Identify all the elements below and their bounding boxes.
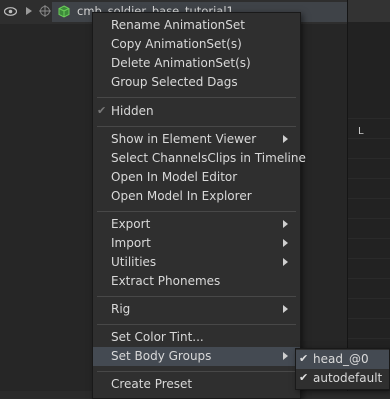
body-groups-submenu: ✔ head_@0 ✔ autodefault (295, 348, 390, 390)
menu-item-label: Hidden (111, 104, 154, 118)
timeline-marker-label: L (358, 126, 364, 137)
menu-item-label: Rename AnimationSet (111, 18, 245, 32)
menu-item-label: Group Selected Dags (111, 75, 238, 89)
side-panel-header (348, 0, 390, 22)
menu-item-label: Rig (111, 302, 131, 316)
menu-item-label: Import (111, 236, 151, 250)
submenu-item-autodefault[interactable]: ✔ autodefault (296, 369, 389, 388)
menu-item-set-body-groups[interactable]: Set Body Groups (93, 347, 300, 366)
menu-item-label: Open In Model Editor (111, 170, 238, 184)
submenu-item-head-0[interactable]: ✔ head_@0 (296, 350, 389, 369)
menu-item-label: Utilities (111, 255, 157, 269)
model-cube-icon (57, 4, 71, 18)
target-icon[interactable] (38, 4, 52, 18)
submenu-arrow-icon (283, 220, 288, 228)
menu-item-export[interactable]: Export (93, 215, 300, 234)
menu-item-label: Set Body Groups (111, 349, 212, 363)
menu-item-label: Create Preset (111, 377, 193, 391)
menu-separator (97, 126, 296, 127)
submenu-arrow-icon (283, 135, 288, 143)
menu-separator (97, 211, 296, 212)
eye-icon[interactable] (3, 4, 17, 18)
menu-item-select-channelsclips[interactable]: Select ChannelsClips in Timeline (93, 149, 306, 168)
submenu-arrow-icon (283, 305, 288, 313)
menu-item-label: Set Color Tint... (111, 330, 204, 344)
menu-item-open-in-model-editor[interactable]: Open In Model Editor (93, 168, 300, 187)
menu-item-copy-animationset[interactable]: Copy AnimationSet(s) (93, 35, 300, 54)
menu-item-rename-animationset[interactable]: Rename AnimationSet (93, 16, 300, 35)
menu-item-import[interactable]: Import (93, 234, 300, 253)
submenu-item-label: head_@0 (313, 352, 369, 366)
menu-item-rig[interactable]: Rig (93, 300, 300, 319)
check-icon: ✔ (97, 104, 107, 117)
menu-separator (97, 324, 296, 325)
menu-item-label: Delete AnimationSet(s) (111, 56, 251, 70)
menu-item-label: Show in Element Viewer (111, 132, 257, 146)
menu-item-show-in-element-viewer[interactable]: Show in Element Viewer (93, 130, 300, 149)
menu-item-open-model-in-explorer[interactable]: Open Model In Explorer (93, 187, 300, 206)
menu-separator (97, 371, 296, 372)
timeline-grid (348, 118, 390, 368)
check-icon: ✔ (299, 371, 309, 384)
expand-arrow-icon[interactable] (22, 4, 36, 18)
menu-item-create-preset[interactable]: Create Preset (93, 375, 300, 394)
menu-item-label: Copy AnimationSet(s) (111, 37, 242, 51)
menu-separator (97, 296, 296, 297)
menu-item-hidden[interactable]: ✔ Hidden (93, 102, 300, 121)
menu-item-group-selected-dags[interactable]: Group Selected Dags (93, 73, 300, 92)
check-icon: ✔ (299, 352, 309, 365)
submenu-item-label: autodefault (313, 371, 383, 385)
timeline-side-panel: L (347, 0, 390, 391)
menu-item-set-color-tint[interactable]: Set Color Tint... (93, 328, 300, 347)
submenu-arrow-icon (283, 239, 288, 247)
menu-item-delete-animationset[interactable]: Delete AnimationSet(s) (93, 54, 300, 73)
menu-item-utilities[interactable]: Utilities (93, 253, 300, 272)
menu-item-extract-phonemes[interactable]: Extract Phonemes (93, 272, 300, 291)
context-menu: Rename AnimationSet Copy AnimationSet(s)… (92, 12, 306, 399)
menu-item-label: Export (111, 217, 151, 231)
menu-item-label: Open Model In Explorer (111, 189, 252, 203)
submenu-arrow-icon (283, 352, 288, 360)
menu-item-label: Extract Phonemes (111, 274, 221, 288)
menu-item-label: Select ChannelsClips in Timeline (111, 151, 306, 165)
submenu-arrow-icon (283, 258, 288, 266)
menu-separator (97, 97, 296, 98)
